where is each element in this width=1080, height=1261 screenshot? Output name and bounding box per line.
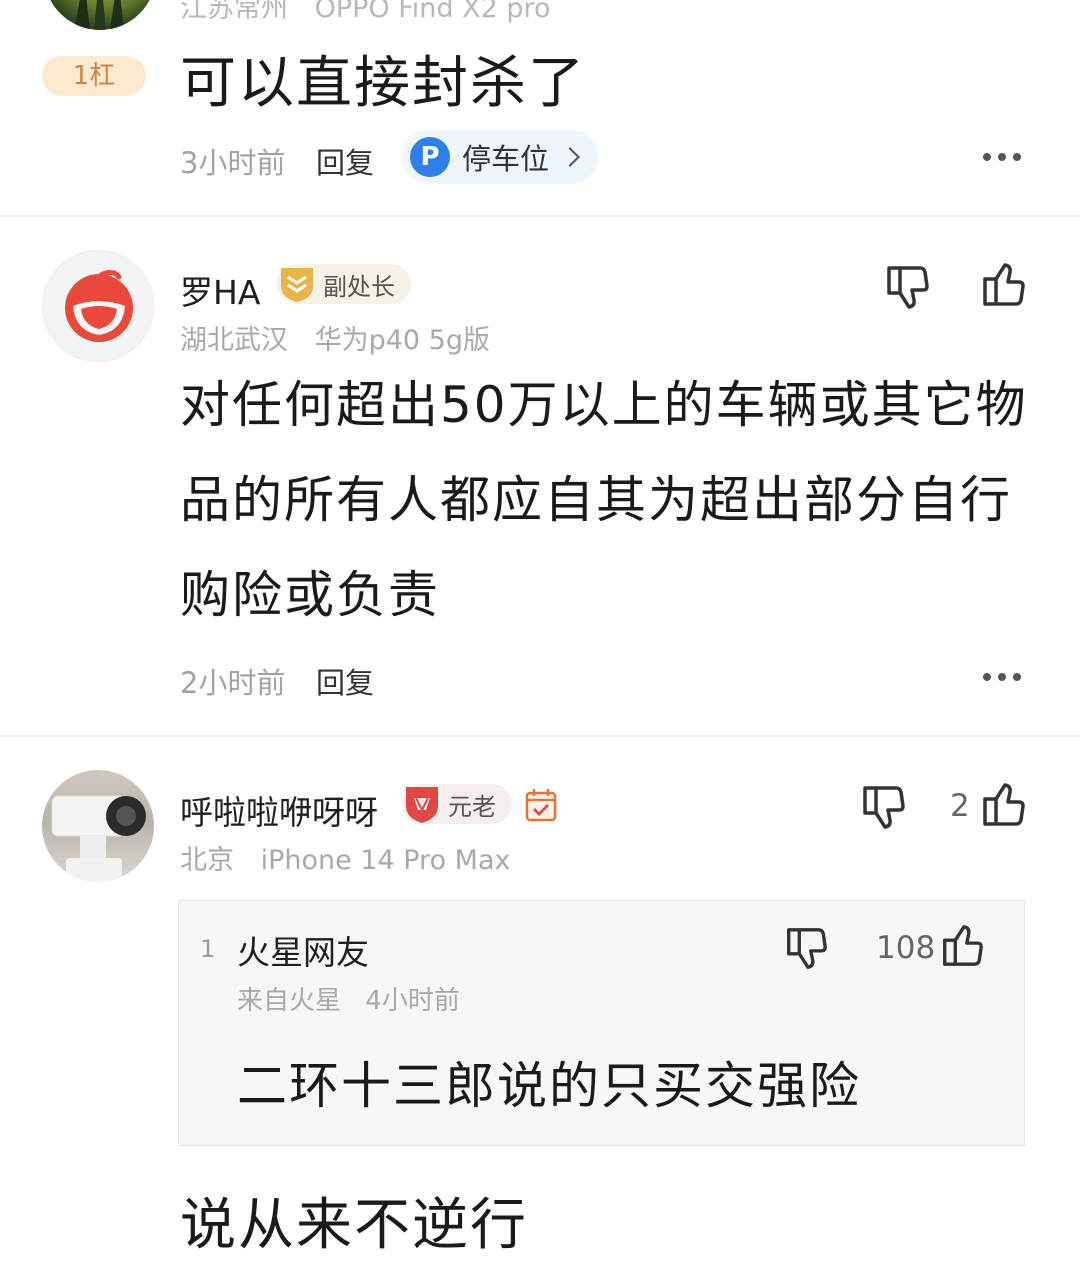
- more-icon[interactable]: [983, 152, 1021, 162]
- device-meta: 湖北武汉 华为p40 5g版: [180, 318, 508, 357]
- avatar[interactable]: [44, 0, 156, 30]
- title-badge-label: 副处长: [323, 272, 395, 301]
- divider: [0, 215, 1080, 217]
- device-meta: 北京 iPhone 14 Pro Max: [180, 838, 529, 877]
- comment-text: 说从来不逆行: [180, 1193, 528, 1258]
- quote-meta: 来自火星 4小时前: [237, 980, 476, 1017]
- quote-username[interactable]: 火星网友: [237, 926, 369, 974]
- comment-text: 可以直接封杀了: [180, 51, 586, 116]
- like-icon[interactable]: [978, 780, 1028, 834]
- checkin-icon: [524, 787, 558, 827]
- dislike-icon[interactable]: [782, 924, 830, 976]
- title-badge-label: 元老: [448, 792, 496, 821]
- reply-button[interactable]: 回复: [316, 660, 374, 702]
- location-text: 湖北武汉: [180, 325, 288, 356]
- comment-time: 3小时前: [180, 146, 286, 180]
- quote-time: 4小时前: [365, 986, 460, 1016]
- device-text: iPhone 14 Pro Max: [260, 845, 511, 876]
- quote-index: 1: [200, 935, 216, 963]
- device-text: 华为p40 5g版: [314, 325, 490, 356]
- location-text: 北京: [180, 845, 234, 876]
- parking-chip[interactable]: P 停车位: [402, 130, 598, 184]
- comment-text: 对任何超出50万以上的车辆或其它物品的所有人都应自其为超出部分自行购险或负责: [180, 376, 1028, 624]
- rank-shield-icon: [406, 787, 438, 823]
- rank-shield-icon: [281, 268, 313, 302]
- username[interactable]: 呼啦啦咿呀呀: [180, 786, 378, 834]
- more-icon[interactable]: [983, 672, 1021, 682]
- parking-icon: P: [410, 137, 450, 177]
- location-text: 江苏常州: [180, 0, 288, 24]
- avatar[interactable]: [42, 770, 154, 882]
- like-count: 108: [876, 930, 936, 966]
- comment-time: 2小时前: [180, 666, 286, 700]
- avatar[interactable]: [42, 250, 154, 362]
- quote-text: 二环十三郎说的只买交强险: [237, 1057, 861, 1115]
- like-icon[interactable]: [978, 260, 1028, 314]
- username[interactable]: 罗HA: [180, 266, 260, 314]
- title-badge: 副处长: [277, 264, 411, 304]
- device-meta: 江苏常州 OPPO Find X2 pro: [180, 0, 569, 25]
- rank-badge: 1杠: [42, 56, 146, 96]
- reply-button[interactable]: 回复: [316, 140, 374, 182]
- dislike-icon[interactable]: [882, 262, 932, 316]
- dislike-icon[interactable]: [858, 782, 908, 836]
- device-text: OPPO Find X2 pro: [314, 0, 551, 24]
- divider: [0, 735, 1080, 737]
- like-icon[interactable]: [938, 922, 986, 974]
- title-badge: 元老: [402, 784, 512, 824]
- chevron-right-icon: [560, 147, 580, 167]
- quote-source: 来自火星: [237, 986, 342, 1016]
- like-count: 2: [950, 788, 970, 824]
- parking-label: 停车位: [462, 142, 550, 176]
